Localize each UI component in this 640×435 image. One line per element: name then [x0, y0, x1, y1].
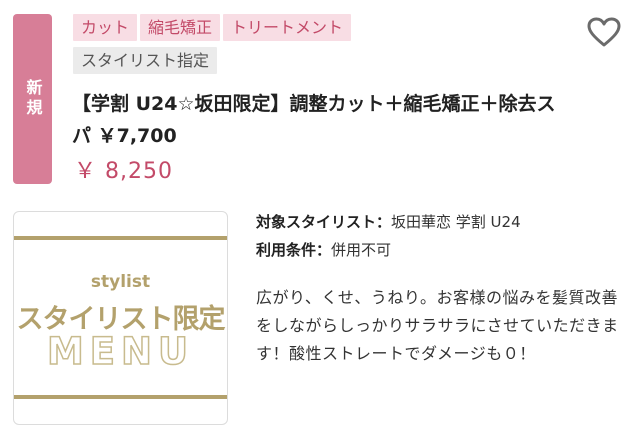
stylist-limited-banner: stylist スタイリスト限定 MENU — [13, 211, 228, 425]
banner-stylist-text: stylist — [90, 272, 151, 292]
coupon-title[interactable]: 【学割 U24☆坂田限定】調整カット＋縮毛矯正＋除去スパ ￥7,700 — [72, 88, 572, 152]
banner-menu-text: MENU — [46, 329, 195, 374]
tag-list: カット 縮毛矯正 トリートメント スタイリスト指定 — [73, 14, 543, 80]
new-badge: 新規 — [13, 14, 52, 184]
target-stylist-label: 対象スタイリスト： — [256, 213, 392, 231]
target-stylist-row: 対象スタイリスト：坂田華恋 学割 U24 — [256, 208, 631, 236]
target-stylist-value: 坂田華恋 学割 U24 — [391, 213, 521, 231]
favorite-button[interactable] — [586, 16, 622, 48]
coupon-details: 対象スタイリスト：坂田華恋 学割 U24 利用条件：併用不可 — [256, 208, 631, 264]
coupon-description: 広がり、くせ、うねり。お客様の悩みを髪質改善をしながらしっかりサラサラにさせてい… — [256, 288, 619, 363]
conditions-value: 併用不可 — [331, 241, 392, 259]
heart-outline-icon — [587, 17, 621, 47]
coupon-price: ￥ 8,250 — [74, 159, 173, 184]
new-badge-label: 新規 — [23, 79, 43, 119]
conditions-row: 利用条件：併用不可 — [256, 236, 631, 264]
tag-cut[interactable]: カット — [73, 14, 138, 41]
banner-bottom-rule — [14, 395, 227, 399]
tag-treatment[interactable]: トリートメント — [223, 14, 352, 41]
banner-top-rule — [14, 236, 227, 240]
tag-stylist-designated[interactable]: スタイリスト指定 — [73, 47, 218, 74]
tag-straightening[interactable]: 縮毛矯正 — [140, 14, 221, 41]
conditions-label: 利用条件： — [256, 241, 332, 259]
